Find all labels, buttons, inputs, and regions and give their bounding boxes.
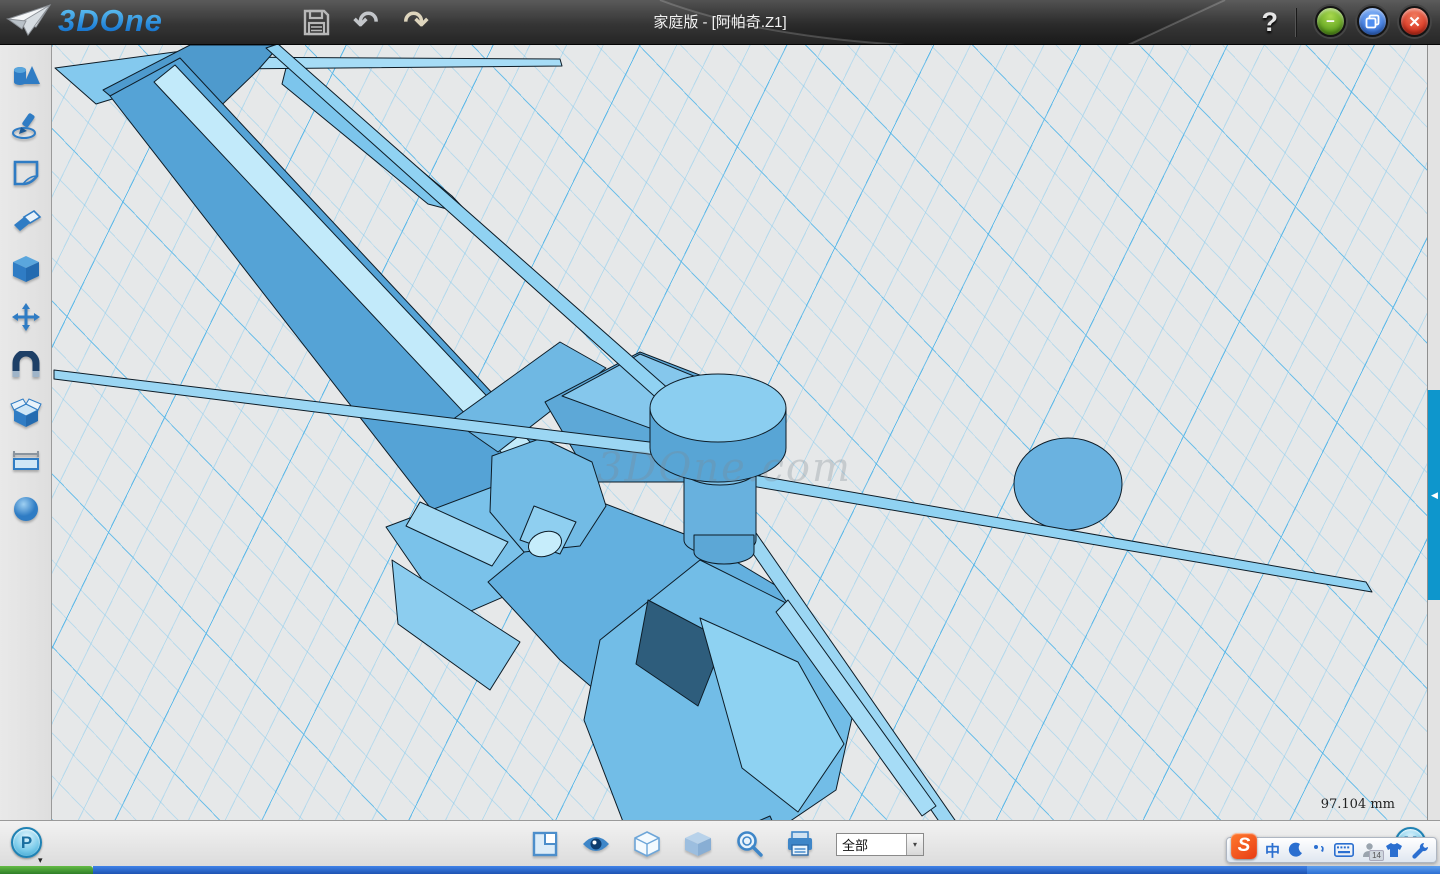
minimize-icon: − (1326, 13, 1335, 30)
app-window: 3DOne ↶ ↷ 家庭版 - [阿帕奇.Z1] ? (0, 0, 1440, 874)
caret-down-icon: ▾ (38, 855, 43, 865)
magnet-icon (11, 351, 41, 379)
wireframe-cube-icon (633, 830, 661, 858)
tool-sidebar (0, 45, 52, 820)
wireframe-display-button[interactable] (632, 829, 662, 859)
sidebar-item-solid-feature[interactable] (6, 249, 46, 288)
close-button[interactable]: ✕ (1399, 6, 1430, 37)
main-area: 3DOne.com 97.104 mm ◀ (0, 45, 1440, 820)
ime-toolbox-button[interactable] (1411, 842, 1428, 859)
viewport-3d[interactable]: 3DOne.com 97.104 mm (52, 45, 1427, 820)
eraser-icon (10, 207, 42, 235)
ime-skin-button[interactable] (1385, 842, 1403, 858)
taskbar-edge[interactable] (93, 866, 1440, 874)
p-menu-caret[interactable]: ▾ (38, 855, 43, 866)
window-title: 家庭版 - [阿帕奇.Z1] (0, 0, 1440, 45)
ime-punctuation-toggle[interactable] (1312, 842, 1326, 858)
tshirt-icon (1385, 842, 1403, 858)
primitives-icon (10, 62, 42, 92)
taskbar-start-edge[interactable] (0, 866, 93, 874)
ime-keyboard-button[interactable] (1334, 843, 1354, 857)
view-pane-icon (532, 831, 558, 857)
titlebar-separator (1295, 8, 1296, 37)
view-tools: 全部 ▾ (530, 821, 924, 867)
right-panel-strip: ◀ (1427, 45, 1440, 820)
ime-brand-button[interactable]: S (1231, 833, 1257, 859)
dropdown-arrow-icon: ▾ (906, 834, 923, 855)
display-filter-dropdown[interactable]: 全部 ▾ (836, 833, 924, 856)
ime-fullhalf-toggle[interactable] (1288, 842, 1304, 858)
printer-icon (786, 831, 814, 857)
minimize-button[interactable]: − (1315, 6, 1346, 37)
eye-icon (581, 834, 611, 854)
help-button[interactable]: ? (1262, 0, 1279, 45)
pattern-menu-button[interactable]: P (11, 827, 42, 858)
view-pane-button[interactable] (530, 829, 560, 859)
sidebar-item-primitives[interactable] (6, 57, 46, 96)
chinese-mode-label: 中 (1265, 840, 1280, 861)
ime-account-button[interactable]: 14 (1362, 842, 1377, 858)
restore-icon (1365, 14, 1380, 29)
open-box-icon (10, 398, 42, 428)
titlebar: 3DOne ↶ ↷ 家庭版 - [阿帕奇.Z1] ? (0, 0, 1440, 45)
ime-language-toggle[interactable]: 中 (1265, 840, 1280, 861)
sketch-pen-icon (11, 110, 41, 140)
keyboard-icon (1334, 843, 1354, 857)
print-button[interactable] (785, 829, 815, 859)
move-arrows-icon (11, 302, 41, 332)
cube-icon (11, 254, 41, 284)
sogou-logo: S (1238, 835, 1251, 857)
sketch-plane-icon (11, 158, 41, 188)
bottom-toolbar: P ▾ (0, 820, 1440, 866)
taskbar-strip (0, 866, 1440, 874)
filter-selected-value: 全部 (837, 835, 906, 854)
sidebar-item-special-feature[interactable] (6, 393, 46, 432)
taskbar-tray-edge[interactable] (1307, 866, 1440, 874)
sidebar-item-sketch[interactable] (6, 105, 46, 144)
p-button-label: P (21, 833, 32, 853)
model-helicopter[interactable] (52, 45, 1427, 820)
chevron-left-icon: ◀ (1431, 490, 1438, 501)
shaded-display-button[interactable] (683, 829, 713, 859)
maximize-button[interactable] (1357, 6, 1388, 37)
ime-account-badge: 14 (1369, 850, 1384, 861)
ime-toolbar: S 中 (1226, 837, 1437, 863)
zoom-search-button[interactable] (734, 829, 764, 859)
moon-icon (1288, 842, 1304, 858)
ruler-icon (10, 448, 42, 474)
sidebar-item-measure[interactable] (6, 441, 46, 480)
magnifier-icon (735, 830, 763, 858)
shaded-cube-icon (684, 831, 712, 857)
sidebar-item-sketch-plane[interactable] (6, 153, 46, 192)
punctuation-icon (1312, 842, 1326, 858)
visibility-button[interactable] (581, 829, 611, 859)
wrench-icon (1411, 842, 1428, 859)
panel-expand-tab[interactable]: ◀ (1428, 390, 1440, 600)
sidebar-item-move[interactable] (6, 297, 46, 336)
sphere-icon (11, 494, 41, 524)
sidebar-item-assembly-constraint[interactable] (6, 345, 46, 384)
window-controls: − ✕ (1315, 6, 1430, 37)
close-icon: ✕ (1408, 13, 1421, 31)
measurement-readout: 97.104 mm (1321, 797, 1395, 812)
sidebar-item-material-render[interactable] (6, 489, 46, 528)
sidebar-item-eraser[interactable] (6, 201, 46, 240)
